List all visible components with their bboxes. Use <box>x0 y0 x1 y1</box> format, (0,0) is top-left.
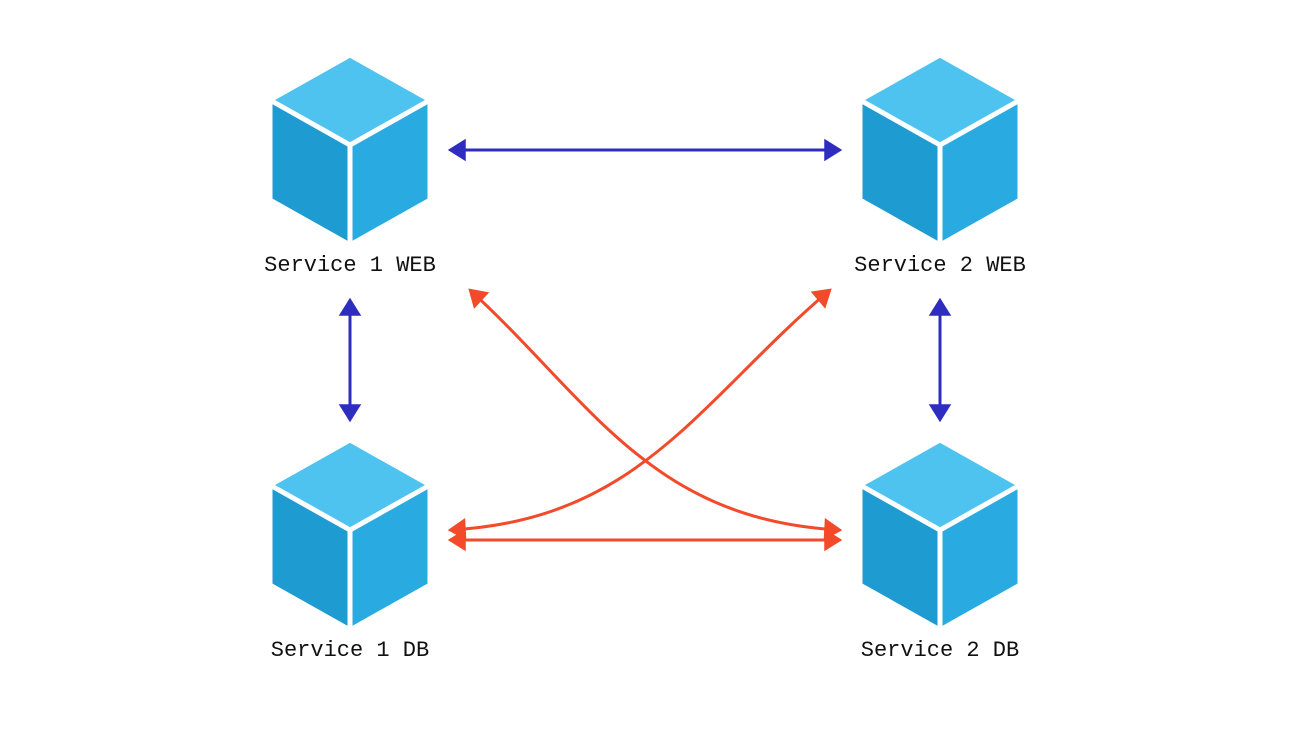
cube-icon <box>850 430 1030 630</box>
node-label: Service 1 WEB <box>260 253 440 278</box>
edge-s1db-s2web <box>450 290 830 530</box>
node-service1-db: Service 1 DB <box>260 430 440 663</box>
cube-icon <box>850 45 1030 245</box>
node-service2-web: Service 2 WEB <box>850 45 1030 278</box>
cube-icon <box>260 430 440 630</box>
node-label: Service 2 WEB <box>850 253 1030 278</box>
diagram-canvas: Service 1 WEB Service 2 WEB Service 1 DB <box>0 0 1300 744</box>
edges-layer <box>0 0 1300 744</box>
node-label: Service 2 DB <box>850 638 1030 663</box>
cube-icon <box>260 45 440 245</box>
node-label: Service 1 DB <box>260 638 440 663</box>
edge-s2db-s1web <box>470 290 840 530</box>
node-service2-db: Service 2 DB <box>850 430 1030 663</box>
node-service1-web: Service 1 WEB <box>260 45 440 278</box>
